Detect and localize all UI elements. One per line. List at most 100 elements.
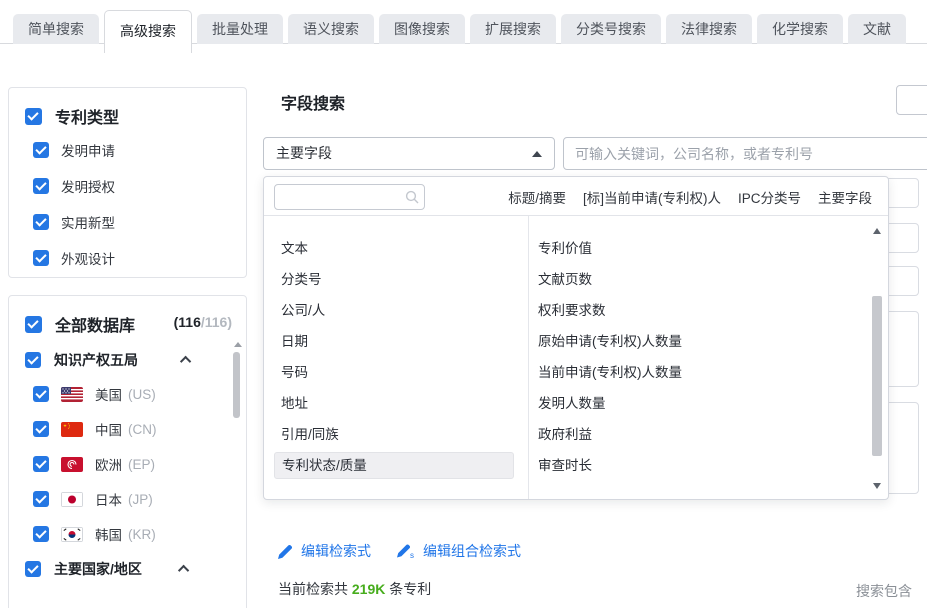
category-company-person[interactable]: 公司/人 xyxy=(264,295,528,326)
checkbox-checked-icon[interactable] xyxy=(33,526,49,542)
tab-literature[interactable]: 文献 xyxy=(848,14,906,44)
checkbox-item-ep[interactable]: 欧洲 (EP) xyxy=(33,454,155,474)
quick-link-ipc[interactable]: IPC分类号 xyxy=(738,187,801,207)
databases-header[interactable]: 全部数据库 xyxy=(25,312,135,336)
checkbox-checked-icon[interactable] xyxy=(33,456,49,472)
field-government-interest[interactable]: 政府利益 xyxy=(528,419,828,450)
checkbox-label: 实用新型 xyxy=(61,212,115,232)
field-inventor-count[interactable]: 发明人数量 xyxy=(528,388,828,419)
ep-flag-icon xyxy=(61,457,83,472)
pencil-icon xyxy=(278,544,293,559)
country-label: 日本 xyxy=(95,489,122,509)
field-filter-input[interactable] xyxy=(274,184,425,210)
checkbox-item-jp[interactable]: 日本 (JP) xyxy=(33,489,153,509)
us-flag-icon xyxy=(61,387,83,402)
panel-scrollbar[interactable] xyxy=(871,224,883,491)
edit-query-link[interactable]: 编辑检索式 xyxy=(278,541,371,561)
summary-suffix: 条专利 xyxy=(389,581,431,597)
country-label: 美国 xyxy=(95,384,122,404)
corner-button[interactable] xyxy=(896,85,927,115)
country-code: (JP) xyxy=(128,492,153,507)
field-select-dropdown[interactable]: 主要字段 xyxy=(263,137,555,170)
tab-chemical-search[interactable]: 化学搜索 xyxy=(757,14,843,44)
checkbox-checked-icon[interactable] xyxy=(25,316,42,333)
databases-card: 全部数据库 (116/116) 知识产权五局 美国 (US) xyxy=(8,295,247,608)
checkbox-checked-icon[interactable] xyxy=(33,491,49,507)
summary-prefix: 当前检索共 xyxy=(278,581,348,597)
sidebar-scrollbar[interactable] xyxy=(233,342,241,492)
checkbox-checked-icon[interactable] xyxy=(25,352,41,368)
top-tab-bar: 简单搜索 高级搜索 批量处理 语义搜索 图像搜索 扩展搜索 分类号搜索 法律搜索… xyxy=(0,0,927,53)
scroll-thumb[interactable] xyxy=(233,352,240,418)
checkbox-item-invention-grant[interactable]: 发明授权 xyxy=(33,176,115,196)
databases-count: (116/116) xyxy=(174,314,232,330)
quick-links: 标题/摘要 [标]当前申请(专利权)人 IPC分类号 主要字段 xyxy=(508,177,872,216)
checkbox-checked-icon[interactable] xyxy=(25,108,42,125)
tab-advanced-search[interactable]: 高级搜索 xyxy=(104,10,192,53)
category-number[interactable]: 号码 xyxy=(264,357,528,388)
chevron-up-icon[interactable] xyxy=(178,565,189,576)
scroll-up-icon[interactable] xyxy=(873,228,881,234)
checkbox-item-cn[interactable]: 中国 (CN) xyxy=(33,419,157,439)
checkbox-checked-icon[interactable] xyxy=(25,561,41,577)
result-summary: 当前检索共 219K 条专利 xyxy=(278,579,431,599)
group-ip5-offices[interactable]: 知识产权五局 xyxy=(25,350,191,370)
panel-header: 标题/摘要 [标]当前申请(专利权)人 IPC分类号 主要字段 xyxy=(264,177,888,216)
patent-type-header[interactable]: 专利类型 xyxy=(25,104,119,128)
databases-title: 全部数据库 xyxy=(55,312,135,336)
tab-image-search[interactable]: 图像搜索 xyxy=(379,14,465,44)
scroll-down-icon[interactable] xyxy=(873,483,881,489)
edit-combined-query-label: 编辑组合检索式 xyxy=(423,541,521,561)
checkbox-item-us[interactable]: 美国 (US) xyxy=(33,384,156,404)
field-claims-count[interactable]: 权利要求数 xyxy=(528,295,828,326)
cn-flag-icon xyxy=(61,422,83,437)
scroll-thumb[interactable] xyxy=(872,296,882,456)
scroll-up-icon[interactable] xyxy=(234,342,242,347)
checkbox-item-invention-application[interactable]: 发明申请 xyxy=(33,140,115,160)
jp-flag-icon xyxy=(61,492,83,507)
checkbox-item-kr[interactable]: 韩国 (KR) xyxy=(33,524,156,544)
keyword-input[interactable] xyxy=(563,137,927,170)
checkbox-item-utility-model[interactable]: 实用新型 xyxy=(33,212,115,232)
field-examination-duration[interactable]: 审查时长 xyxy=(528,450,828,481)
checkbox-checked-icon[interactable] xyxy=(33,421,49,437)
quick-link-title-abstract[interactable]: 标题/摘要 xyxy=(508,187,566,207)
patent-type-card: 专利类型 发明申请 发明授权 实用新型 外观设计 xyxy=(8,87,247,278)
checkbox-item-design[interactable]: 外观设计 xyxy=(33,248,115,268)
tab-semantic-search[interactable]: 语义搜索 xyxy=(288,14,374,44)
checkbox-checked-icon[interactable] xyxy=(33,250,49,266)
checkbox-checked-icon[interactable] xyxy=(33,386,49,402)
country-code: (KR) xyxy=(128,527,156,542)
kr-flag-icon xyxy=(61,527,83,542)
checkbox-label: 外观设计 xyxy=(61,248,115,268)
chevron-up-icon[interactable] xyxy=(180,356,191,367)
country-label: 中国 xyxy=(95,419,122,439)
country-code: (EP) xyxy=(128,457,155,472)
checkbox-checked-icon[interactable] xyxy=(33,214,49,230)
caret-up-icon xyxy=(532,151,542,157)
field-select-panel: 标题/摘要 [标]当前申请(专利权)人 IPC分类号 主要字段 文本 分类号 公… xyxy=(263,176,889,500)
field-original-assignee-count[interactable]: 原始申请(专利权)人数量 xyxy=(528,326,828,357)
field-patent-value[interactable]: 专利价值 xyxy=(528,233,828,264)
category-patent-status-quality[interactable]: 专利状态/质量 xyxy=(274,452,514,479)
quick-link-current-assignee[interactable]: [标]当前申请(专利权)人 xyxy=(583,187,721,207)
tab-expanded-search[interactable]: 扩展搜索 xyxy=(470,14,556,44)
group-major-countries[interactable]: 主要国家/地区 xyxy=(25,559,189,579)
category-address[interactable]: 地址 xyxy=(264,388,528,419)
checkbox-checked-icon[interactable] xyxy=(33,142,49,158)
field-current-assignee-count[interactable]: 当前申请(专利权)人数量 xyxy=(528,357,828,388)
category-classification[interactable]: 分类号 xyxy=(264,264,528,295)
tab-legal-search[interactable]: 法律搜索 xyxy=(666,14,752,44)
field-document-pages[interactable]: 文献页数 xyxy=(528,264,828,295)
query-actions: 编辑检索式 s 编辑组合检索式 xyxy=(278,541,521,561)
category-citation-family[interactable]: 引用/同族 xyxy=(264,419,528,450)
quick-link-main-fields[interactable]: 主要字段 xyxy=(818,187,872,207)
tab-batch-process[interactable]: 批量处理 xyxy=(197,14,283,44)
tab-simple-search[interactable]: 简单搜索 xyxy=(13,14,99,44)
edit-combined-query-link[interactable]: s 编辑组合检索式 xyxy=(397,541,521,561)
category-date[interactable]: 日期 xyxy=(264,326,528,357)
checkbox-checked-icon[interactable] xyxy=(33,178,49,194)
tab-classification-search[interactable]: 分类号搜索 xyxy=(561,14,661,44)
checkbox-label: 发明授权 xyxy=(61,176,115,196)
category-text[interactable]: 文本 xyxy=(264,233,528,264)
